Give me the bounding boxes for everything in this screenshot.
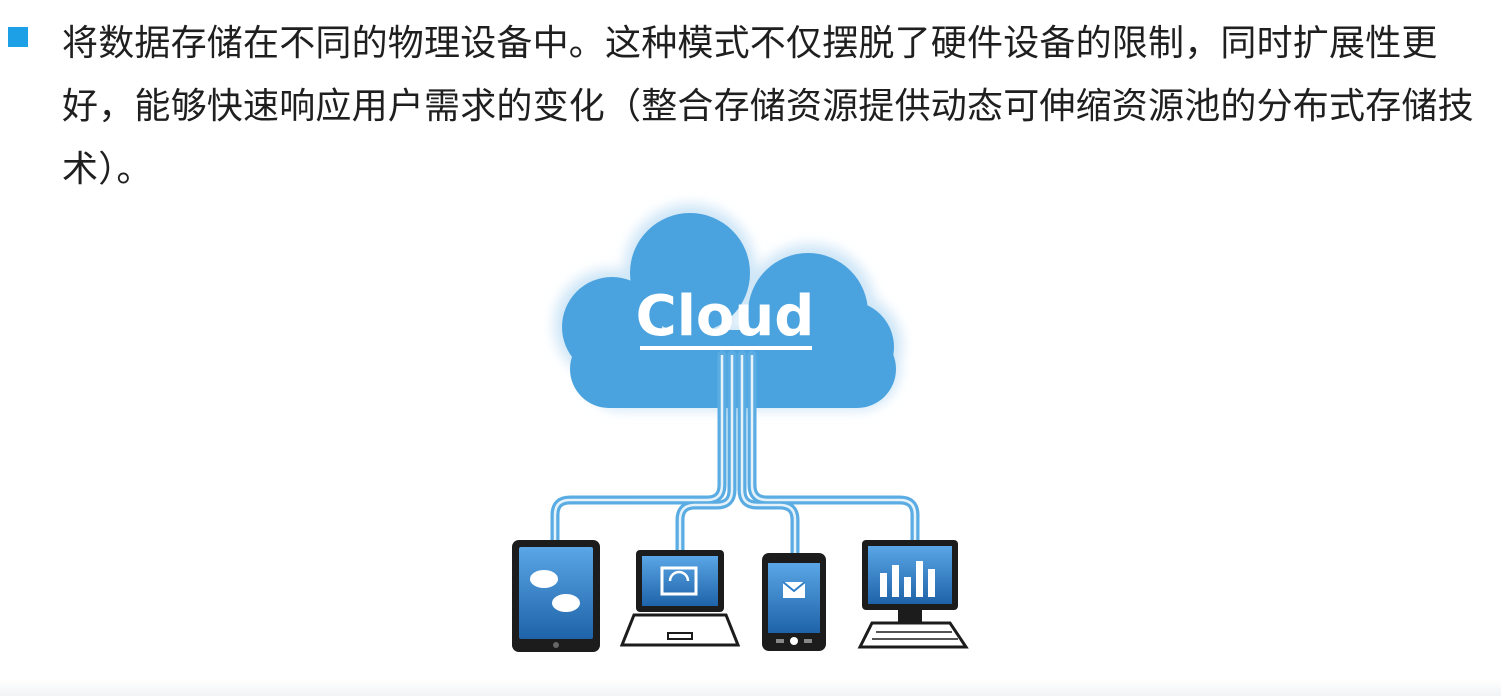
laptop-icon (619, 550, 741, 647)
cloud-label: Cloud (636, 284, 815, 349)
phone-icon (762, 553, 826, 651)
bullet-text: 将数据存储在不同的物理设备中。这种模式不仅摆脱了硬件设备的限制，同时扩展性更好，… (62, 23, 1474, 190)
bullet-square-icon (8, 27, 28, 47)
tablet-icon (512, 540, 600, 652)
desktop-icon (857, 540, 969, 649)
cloud-illustration: Cloud (500, 195, 980, 660)
slide: 将数据存储在不同的物理设备中。这种模式不仅摆脱了硬件设备的限制，同时扩展性更好，… (0, 0, 1501, 696)
bottom-band (0, 680, 1501, 696)
